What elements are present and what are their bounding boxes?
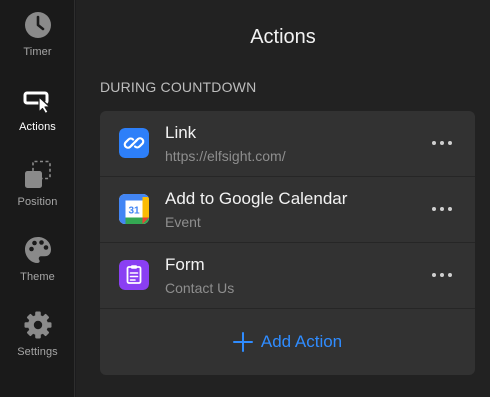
cursor-click-icon (23, 91, 51, 115)
link-icon (119, 128, 149, 158)
sidebar-item-label: Position (17, 196, 58, 208)
action-subtitle: Contact Us (165, 280, 235, 296)
sidebar-item-settings[interactable]: Settings (0, 300, 75, 370)
action-title: Add to Google Calendar (165, 189, 348, 208)
action-subtitle: https://elfsight.com/ (165, 148, 286, 164)
action-title: Link (165, 123, 197, 142)
sidebar-item-label: Theme (20, 271, 55, 283)
sidebar-item-position[interactable]: Position (0, 150, 75, 220)
form-icon (119, 260, 149, 290)
add-action-label: Add Action (260, 332, 343, 351)
page-title: Actions (250, 26, 316, 48)
main-panel: Actions DURING COUNTDOWN Link https://el… (76, 0, 490, 397)
sidebar: Timer Actions Position Theme Settings (0, 0, 75, 397)
sidebar-item-actions[interactable]: Actions (0, 75, 75, 145)
plus-icon (232, 332, 253, 352)
sidebar-item-timer[interactable]: Timer (0, 0, 75, 70)
gear-icon (24, 311, 51, 339)
sidebar-item-theme[interactable]: Theme (0, 225, 75, 295)
section-heading: DURING COUNTDOWN (100, 79, 257, 95)
action-subtitle: Event (165, 214, 201, 230)
clock-icon (24, 12, 51, 38)
more-options-icon[interactable] (429, 263, 455, 287)
sidebar-item-label: Actions (19, 121, 56, 133)
action-item-link[interactable]: Link https://elfsight.com/ (100, 111, 475, 177)
sidebar-item-label: Timer (23, 46, 52, 58)
more-options-icon[interactable] (429, 197, 455, 221)
position-icon (24, 160, 51, 188)
palette-icon (24, 237, 51, 263)
action-item-google-calendar[interactable]: 31 Add to Google Calendar Event (100, 177, 475, 243)
sidebar-item-label: Settings (17, 346, 58, 358)
calendar-day-label: 31 (128, 206, 140, 217)
action-title: Form (165, 255, 205, 274)
action-item-form[interactable]: Form Contact Us (100, 243, 475, 309)
actions-list: Link https://elfsight.com/ 31 Add to Goo… (100, 111, 475, 375)
more-options-icon[interactable] (429, 131, 455, 155)
add-action-button[interactable]: Add Action (100, 309, 475, 375)
google-calendar-icon: 31 (119, 194, 149, 224)
